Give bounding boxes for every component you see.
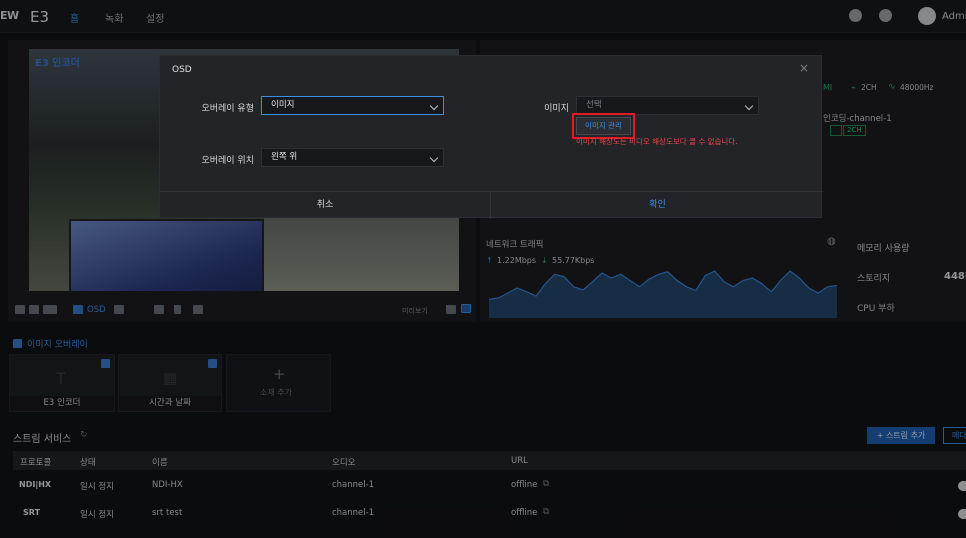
overlay-type-value: 이미지 <box>271 100 295 110</box>
row-url: offline <box>511 480 538 490</box>
waveform-icon: ∿ <box>888 82 896 92</box>
overlay-type-select[interactable]: 이미지 <box>261 96 444 115</box>
add-overlay-card[interactable]: + 소재 추가 <box>226 354 331 412</box>
preview-toggle-label[interactable]: 미리보기 <box>402 306 428 316</box>
card-label: E3 인코더 <box>10 396 114 411</box>
product-name: E3 <box>30 8 50 26</box>
channel-badge: 2CH <box>843 125 866 136</box>
audio-channels: 2CH <box>861 83 877 92</box>
osd-button[interactable]: OSD <box>87 305 106 315</box>
stream-table-header: 프로토콜 상태 이름 오디오 URL <box>13 451 966 470</box>
traffic-area <box>489 271 837 318</box>
cancel-button[interactable]: 취소 <box>160 192 491 219</box>
stream-service-title: 스트림 서비스 <box>13 434 72 445</box>
image-overlay-title: 이미지 오버레이 <box>27 340 88 350</box>
nav-settings[interactable]: 설정 <box>146 10 164 25</box>
image-select-placeholder: 선택 <box>586 100 602 110</box>
card-checkbox[interactable] <box>101 359 110 368</box>
row-name: NDI-HX <box>152 480 183 490</box>
upload-rate: 1.22Mbps <box>497 256 537 265</box>
refresh-icon[interactable]: ↻ <box>80 430 88 440</box>
cpu-load-label: CPU 부하 <box>857 304 895 314</box>
camera-icon[interactable] <box>193 305 203 314</box>
copy-icon[interactable]: ⧉ <box>543 479 549 489</box>
col-url: URL <box>511 456 528 466</box>
user-name[interactable]: Admin <box>942 11 966 22</box>
copy-icon[interactable]: ⧉ <box>543 507 549 517</box>
network-traffic-chart <box>489 270 837 318</box>
more-stream-button[interactable]: 메다 <box>943 427 966 444</box>
green-status-icon <box>830 125 842 136</box>
memory-usage-label: 메모리 사용량 <box>857 244 910 254</box>
overlay-type-label: 오버레이 유형 <box>201 104 254 114</box>
preview-screen-shape <box>69 219 264 291</box>
stream-toggle[interactable] <box>958 509 966 519</box>
top-navigation-bar: EW E3 홈 녹화 설정 Admin <box>0 0 966 33</box>
brand-logo: EW <box>0 9 19 22</box>
encoding-channel-name: 인코딩-channel-1 <box>823 114 892 124</box>
overlay-position-select[interactable]: 왼쪽 위 <box>261 148 444 167</box>
stream-toggle[interactable] <box>958 481 966 491</box>
download-icon[interactable] <box>849 9 862 22</box>
close-icon[interactable]: × <box>799 61 809 75</box>
network-traffic-title: 네트워크 트래픽 <box>486 240 544 250</box>
pip-icon[interactable] <box>43 305 57 314</box>
audio-sample-rate: 48000Hz <box>900 83 934 92</box>
row-status: 일시 정지 <box>80 510 114 520</box>
image-label: 이미지 <box>544 104 569 114</box>
add-stream-button[interactable]: + 스트림 추가 <box>867 427 935 444</box>
overlay-position-label: 오버레이 위치 <box>201 156 254 166</box>
layout-single-icon[interactable] <box>15 305 25 314</box>
mic-icon[interactable] <box>174 305 181 314</box>
layout-grid-icon[interactable] <box>29 305 39 314</box>
upload-arrow-icon: ↑ <box>486 256 493 265</box>
card-checkbox[interactable] <box>208 359 217 368</box>
download-arrow-icon: ↓ <box>541 256 548 265</box>
protocol-logo: SRT <box>23 508 41 517</box>
overlay-card-encoder[interactable]: T E3 인코더 <box>9 354 115 412</box>
image-size-warning: 이미지 해상도는 비디오 해상도보다 클 수 없습니다. <box>576 137 738 146</box>
preview-overlay-label: E3 인코더 <box>35 58 80 69</box>
plus-icon: + <box>273 365 286 383</box>
card-label: 시간과 날짜 <box>119 396 221 411</box>
row-audio: channel-1 <box>332 508 375 518</box>
dialog-footer: 취소 확인 <box>160 191 823 219</box>
confirm-button[interactable]: 확인 <box>492 192 823 219</box>
col-status: 상태 <box>80 458 96 468</box>
image-overlay-checkbox[interactable] <box>13 339 22 348</box>
text-overlay-icon: T <box>56 369 66 388</box>
download-rate: 55.77Kbps <box>552 256 595 265</box>
row-audio: channel-1 <box>332 480 375 490</box>
storage-label: 스토리지 <box>857 274 891 284</box>
chevron-down-icon <box>429 153 439 163</box>
image-view-icon[interactable] <box>446 305 456 314</box>
hdmi-status: MI <box>823 83 833 92</box>
row-url: offline <box>511 508 538 518</box>
overlay-card-datetime[interactable]: ▦ 시간과 날짜 <box>118 354 222 412</box>
overlay-position-value: 왼쪽 위 <box>271 152 298 162</box>
dialog-title: OSD <box>172 65 192 75</box>
col-audio: 오디오 <box>332 458 356 468</box>
globe-icon[interactable]: ◍ <box>827 236 836 247</box>
nav-recording[interactable]: 녹화 <box>105 10 123 25</box>
col-name: 이름 <box>152 458 168 468</box>
gear-icon[interactable] <box>879 9 892 22</box>
chevron-down-icon <box>744 101 754 111</box>
calendar-icon: ▦ <box>163 369 178 387</box>
protocol-logo: NDI|HX <box>19 480 52 489</box>
video-view-icon[interactable] <box>461 304 471 313</box>
audio-channels-icon: ⌁ <box>851 83 856 92</box>
row-name: srt test <box>152 508 183 518</box>
screen-icon[interactable] <box>114 305 124 314</box>
add-overlay-label: 소재 추가 <box>260 388 292 397</box>
chevron-down-icon <box>429 101 439 111</box>
nav-home[interactable]: 홈 <box>70 10 79 25</box>
osd-icon[interactable] <box>73 305 83 314</box>
signal-icon[interactable] <box>154 305 164 314</box>
col-protocol: 프로토콜 <box>20 458 52 468</box>
storage-value: 448M <box>944 271 966 282</box>
image-manage-button[interactable]: 이미지 관리 <box>576 117 631 135</box>
user-avatar-icon[interactable] <box>918 7 936 25</box>
row-status: 일시 정지 <box>80 482 114 492</box>
